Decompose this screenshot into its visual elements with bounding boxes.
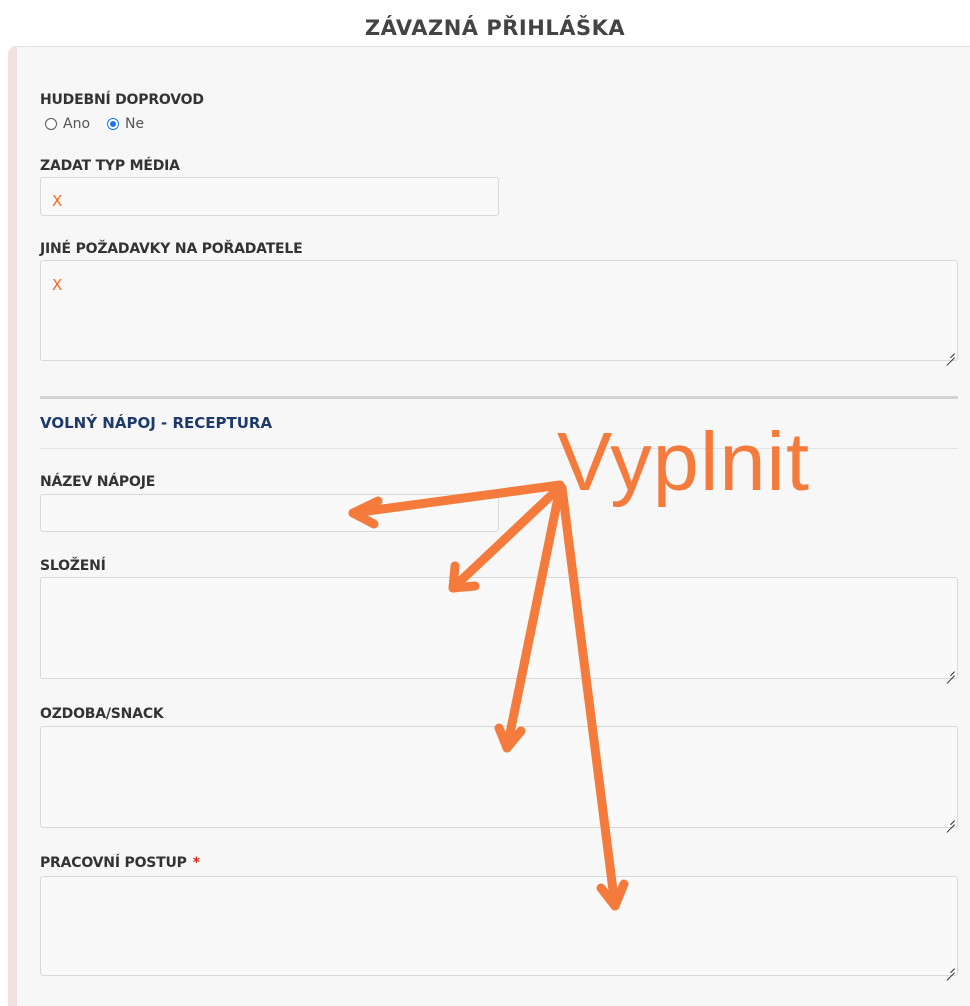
procedure-textarea[interactable] bbox=[40, 876, 958, 976]
resize-handle-icon[interactable] bbox=[945, 666, 955, 676]
music-label: HUDEBNÍ DOPROVOD bbox=[40, 92, 204, 108]
radio-ano-label[interactable]: Ano bbox=[63, 116, 90, 132]
section-divider bbox=[40, 396, 958, 399]
resize-handle-icon[interactable] bbox=[945, 963, 955, 973]
composition-label: SLOŽENÍ bbox=[40, 558, 106, 574]
other-requests-textarea[interactable]: X bbox=[40, 260, 958, 361]
garnish-textarea[interactable] bbox=[40, 726, 958, 828]
radio-ne-label[interactable]: Ne bbox=[125, 116, 144, 132]
procedure-label: PRACOVNÍ POSTUP * bbox=[40, 855, 200, 871]
drink-name-input[interactable] bbox=[40, 494, 499, 532]
radio-ano[interactable] bbox=[45, 118, 57, 130]
annotation-text: Vyplnit bbox=[557, 415, 811, 508]
composition-textarea[interactable] bbox=[40, 577, 958, 679]
page-title: ZÁVAZNÁ PŘIHLÁŠKA bbox=[364, 16, 626, 40]
music-radio-group: Ano Ne bbox=[45, 116, 161, 132]
other-requests-value: X bbox=[52, 276, 63, 294]
required-mark: * bbox=[192, 855, 200, 871]
media-type-label: ZADAT TYP MÉDIA bbox=[40, 158, 180, 174]
section-title-divider bbox=[40, 448, 958, 449]
drink-name-label: NÁZEV NÁPOJE bbox=[40, 474, 156, 490]
garnish-label: OZDOBA/SNACK bbox=[40, 706, 164, 722]
procedure-label-text: PRACOVNÍ POSTUP bbox=[40, 855, 187, 871]
section-title: VOLNÝ NÁPOJ - RECEPTURA bbox=[40, 414, 273, 432]
media-type-input[interactable]: X bbox=[40, 177, 499, 216]
radio-ne[interactable] bbox=[107, 118, 120, 130]
other-requests-label: JINÉ POŽADAVKY NA POŘADATELE bbox=[40, 241, 303, 257]
resize-handle-icon[interactable] bbox=[945, 815, 955, 825]
resize-handle-icon[interactable] bbox=[945, 348, 955, 358]
